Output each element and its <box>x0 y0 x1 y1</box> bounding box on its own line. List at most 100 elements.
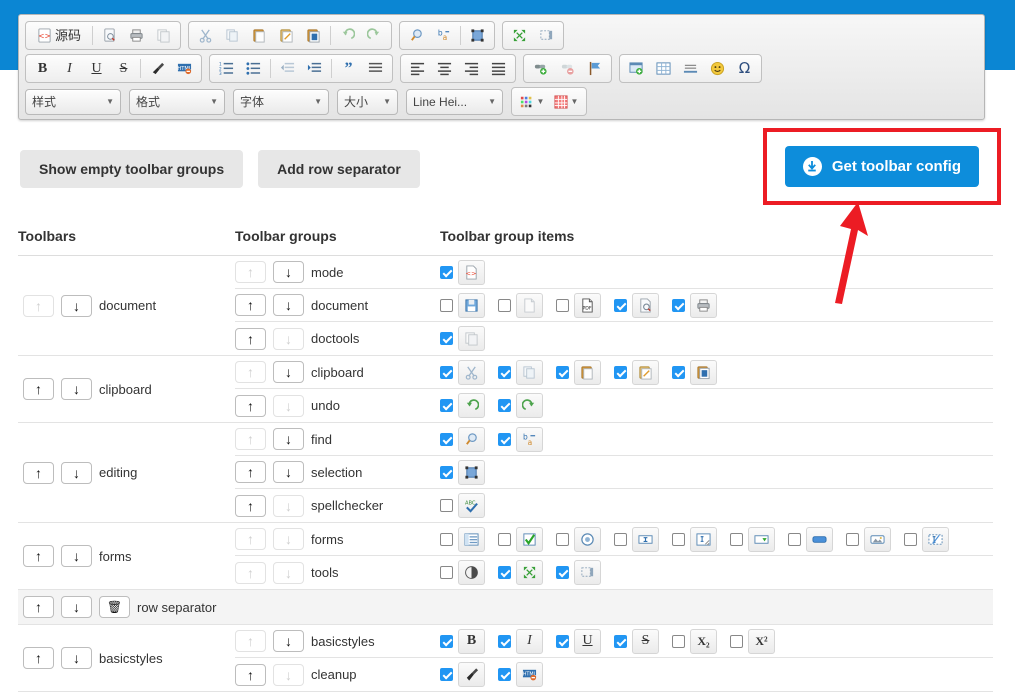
item-checkbox-redo[interactable] <box>498 399 511 412</box>
item-checkbox-italic[interactable] <box>498 634 511 648</box>
item-icon-button-imagebutton[interactable] <box>864 526 891 552</box>
item-icon-button-subscript[interactable]: X₂ <box>690 628 717 654</box>
item-checkbox-button[interactable] <box>788 532 801 546</box>
item-checkbox-source[interactable] <box>440 265 453 279</box>
item-checkbox-find[interactable] <box>440 432 453 446</box>
item-icon-button-replace[interactable]: ba <box>516 426 543 452</box>
item-checkbox-radio[interactable] <box>556 532 569 546</box>
select-all-button[interactable] <box>465 24 490 47</box>
item-checkbox-checkbox[interactable] <box>498 532 511 546</box>
item-checkbox-print[interactable] <box>672 298 685 312</box>
item-icon-button-pastefromword[interactable] <box>690 359 717 385</box>
align-justify-button[interactable] <box>486 57 511 80</box>
cut-button[interactable] <box>193 24 218 47</box>
toolbar-move-down-button[interactable]: ↓ <box>61 378 92 400</box>
item-checkbox-newpage[interactable] <box>498 298 511 312</box>
font-combo[interactable]: 字体 ▼ <box>233 88 329 115</box>
item-checkbox-htmlcleanup[interactable] <box>498 668 511 681</box>
replace-button[interactable]: ba <box>431 24 456 47</box>
item-icon-button-bold[interactable]: B <box>458 628 485 654</box>
print-button[interactable] <box>124 24 149 47</box>
item-checkbox-subscript[interactable] <box>672 634 685 648</box>
background-color-button[interactable]: ▼ <box>550 90 582 113</box>
item-icon-button-maximize[interactable] <box>516 560 543 585</box>
item-checkbox-exportpdf[interactable] <box>556 298 569 312</box>
show-blocks-button[interactable] <box>534 24 559 47</box>
html-cleanup-button[interactable]: HTML <box>172 57 197 80</box>
item-checkbox-bold[interactable] <box>440 634 453 648</box>
group-move-down-button[interactable]: ↓ <box>273 630 304 652</box>
item-checkbox-undo[interactable] <box>440 399 453 412</box>
outdent-button[interactable] <box>275 57 300 80</box>
item-checkbox-paste[interactable] <box>556 365 569 379</box>
separator-move-down-button[interactable]: ↓ <box>61 596 92 618</box>
group-move-down-button[interactable]: ↓ <box>273 428 304 450</box>
item-checkbox-pastetext[interactable] <box>614 365 627 379</box>
lineheight-combo[interactable]: Line Hei... ▼ <box>406 88 503 115</box>
image-button[interactable] <box>624 57 649 80</box>
item-icon-button-cut[interactable] <box>458 359 485 385</box>
item-icon-button-undo[interactable] <box>458 393 485 418</box>
item-icon-button-strike[interactable]: S <box>632 628 659 654</box>
link-button[interactable] <box>528 57 553 80</box>
unlink-button[interactable] <box>555 57 580 80</box>
group-move-up-button[interactable]: ↑ <box>235 294 266 316</box>
item-checkbox-templates[interactable] <box>440 332 453 345</box>
group-move-down-button[interactable]: ↓ <box>273 294 304 316</box>
toolbar-move-up-button[interactable]: ↑ <box>23 545 54 567</box>
item-checkbox-selectall[interactable] <box>440 465 453 479</box>
item-checkbox-pastefromword[interactable] <box>672 365 685 379</box>
item-icon-button-form[interactable] <box>458 526 485 552</box>
item-icon-button-radio[interactable] <box>574 526 601 552</box>
paste-text-button[interactable] <box>274 24 299 47</box>
fontsize-combo[interactable]: 大小 ▼ <box>337 88 398 115</box>
paste-button[interactable] <box>247 24 272 47</box>
item-checkbox-spellchecker[interactable] <box>440 499 453 512</box>
item-checkbox-hiddenfield[interactable] <box>904 532 917 546</box>
add-row-separator-button[interactable]: Add row separator <box>258 150 420 188</box>
item-icon-button-exportpdf[interactable]: PDF <box>574 292 601 318</box>
item-icon-button-save[interactable] <box>458 292 485 318</box>
item-icon-button-button[interactable] <box>806 526 833 552</box>
indent-button[interactable] <box>302 57 327 80</box>
group-move-down-button[interactable]: ↓ <box>273 361 304 383</box>
toolbar-move-up-button[interactable]: ↑ <box>23 647 54 669</box>
group-move-down-button[interactable]: ↓ <box>273 261 304 283</box>
item-icon-button-textarea[interactable] <box>690 526 717 552</box>
item-checkbox-copy[interactable] <box>498 365 511 379</box>
item-icon-button-templates[interactable] <box>458 326 485 351</box>
format-combo[interactable]: 格式 ▼ <box>129 88 225 115</box>
item-icon-button-checkbox[interactable] <box>516 526 543 552</box>
bold-button[interactable]: B <box>30 57 55 80</box>
item-icon-button-hiddenfield[interactable] <box>922 526 949 552</box>
item-icon-button-superscript[interactable]: X² <box>748 628 775 654</box>
item-icon-button-selectall[interactable] <box>458 459 485 485</box>
remove-format-button[interactable] <box>145 57 170 80</box>
preview-button[interactable] <box>97 24 122 47</box>
separator-move-up-button[interactable]: ↑ <box>23 596 54 618</box>
horizontal-rule-button[interactable] <box>678 57 703 80</box>
item-checkbox-textarea[interactable] <box>672 532 685 546</box>
item-checkbox-cut[interactable] <box>440 365 453 379</box>
item-checkbox-imagebutton[interactable] <box>846 532 859 546</box>
toolbar-move-down-button[interactable]: ↓ <box>61 545 92 567</box>
item-checkbox-uicolor[interactable] <box>440 566 453 579</box>
group-move-up-button[interactable]: ↑ <box>235 494 266 517</box>
item-checkbox-maximize[interactable] <box>498 566 511 579</box>
bulleted-list-button[interactable] <box>241 57 266 80</box>
source-button[interactable]: <> 源码 <box>30 24 88 47</box>
item-checkbox-removeformat[interactable] <box>440 668 453 681</box>
toolbar-move-down-button[interactable]: ↓ <box>61 647 92 669</box>
strike-button[interactable]: S <box>111 57 136 80</box>
item-icon-button-italic[interactable]: I <box>516 628 543 654</box>
item-icon-button-pastetext[interactable] <box>632 359 659 385</box>
underline-button[interactable]: U <box>84 57 109 80</box>
item-icon-button-preview[interactable] <box>632 292 659 318</box>
show-empty-toolbar-groups-button[interactable]: Show empty toolbar groups <box>20 150 244 188</box>
create-div-button[interactable] <box>363 57 388 80</box>
group-move-down-button[interactable]: ↓ <box>273 461 304 483</box>
item-icon-button-source[interactable]: <> <box>458 259 485 285</box>
anchor-button[interactable] <box>582 57 607 80</box>
item-icon-button-uicolor[interactable] <box>458 560 485 585</box>
toolbar-move-down-button[interactable]: ↓ <box>61 461 92 484</box>
